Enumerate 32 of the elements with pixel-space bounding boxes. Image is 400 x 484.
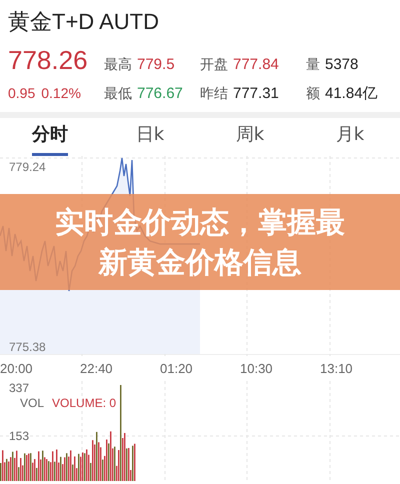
stat-label: 最低 <box>104 85 132 103</box>
stat-label: 开盘 <box>200 56 228 74</box>
stat-value: 777.84 <box>233 56 279 73</box>
axis-label: 779.24 <box>9 160 46 174</box>
stat-value: 41.84亿 <box>325 84 378 103</box>
change-value: 0.95 <box>8 85 36 101</box>
time-label: 13:10 <box>320 360 354 376</box>
change-percent: 0.12% <box>41 85 81 101</box>
chart-tab[interactable]: 日k <box>100 118 200 156</box>
time-label: 20:00 <box>0 360 34 376</box>
headline-text: 实时金价动态，掌握最新黄金价格信息 <box>55 204 345 281</box>
stat-value: 779.5 <box>137 56 175 73</box>
axis-label: 775.38 <box>9 340 46 354</box>
chart-tab[interactable]: 分时 <box>32 118 68 156</box>
instrument-title: 黄金T+D AUTD <box>8 8 160 36</box>
time-label: 22:40 <box>80 360 114 376</box>
stat-label: 额 <box>306 85 320 103</box>
stat-label: 昨结 <box>200 85 228 103</box>
axis-label: 337 <box>9 381 30 395</box>
time-label: 01:20 <box>160 360 194 376</box>
stat-value: 777.31 <box>233 85 279 102</box>
stat-label: 量 <box>306 56 320 74</box>
stat-value: 5378 <box>325 56 358 73</box>
indicator-label: VOL <box>20 396 44 410</box>
chart-tab[interactable]: 月k <box>300 118 400 156</box>
stat-label: 最高 <box>104 56 132 74</box>
chart-tab[interactable]: 周k <box>200 118 300 156</box>
price-value: 778.26 <box>8 45 88 75</box>
volume-reading: VOLUME: 0 <box>52 396 116 410</box>
time-label: 10:30 <box>240 360 274 376</box>
axis-label: 153 <box>9 429 30 443</box>
stat-value: 776.67 <box>137 85 183 102</box>
